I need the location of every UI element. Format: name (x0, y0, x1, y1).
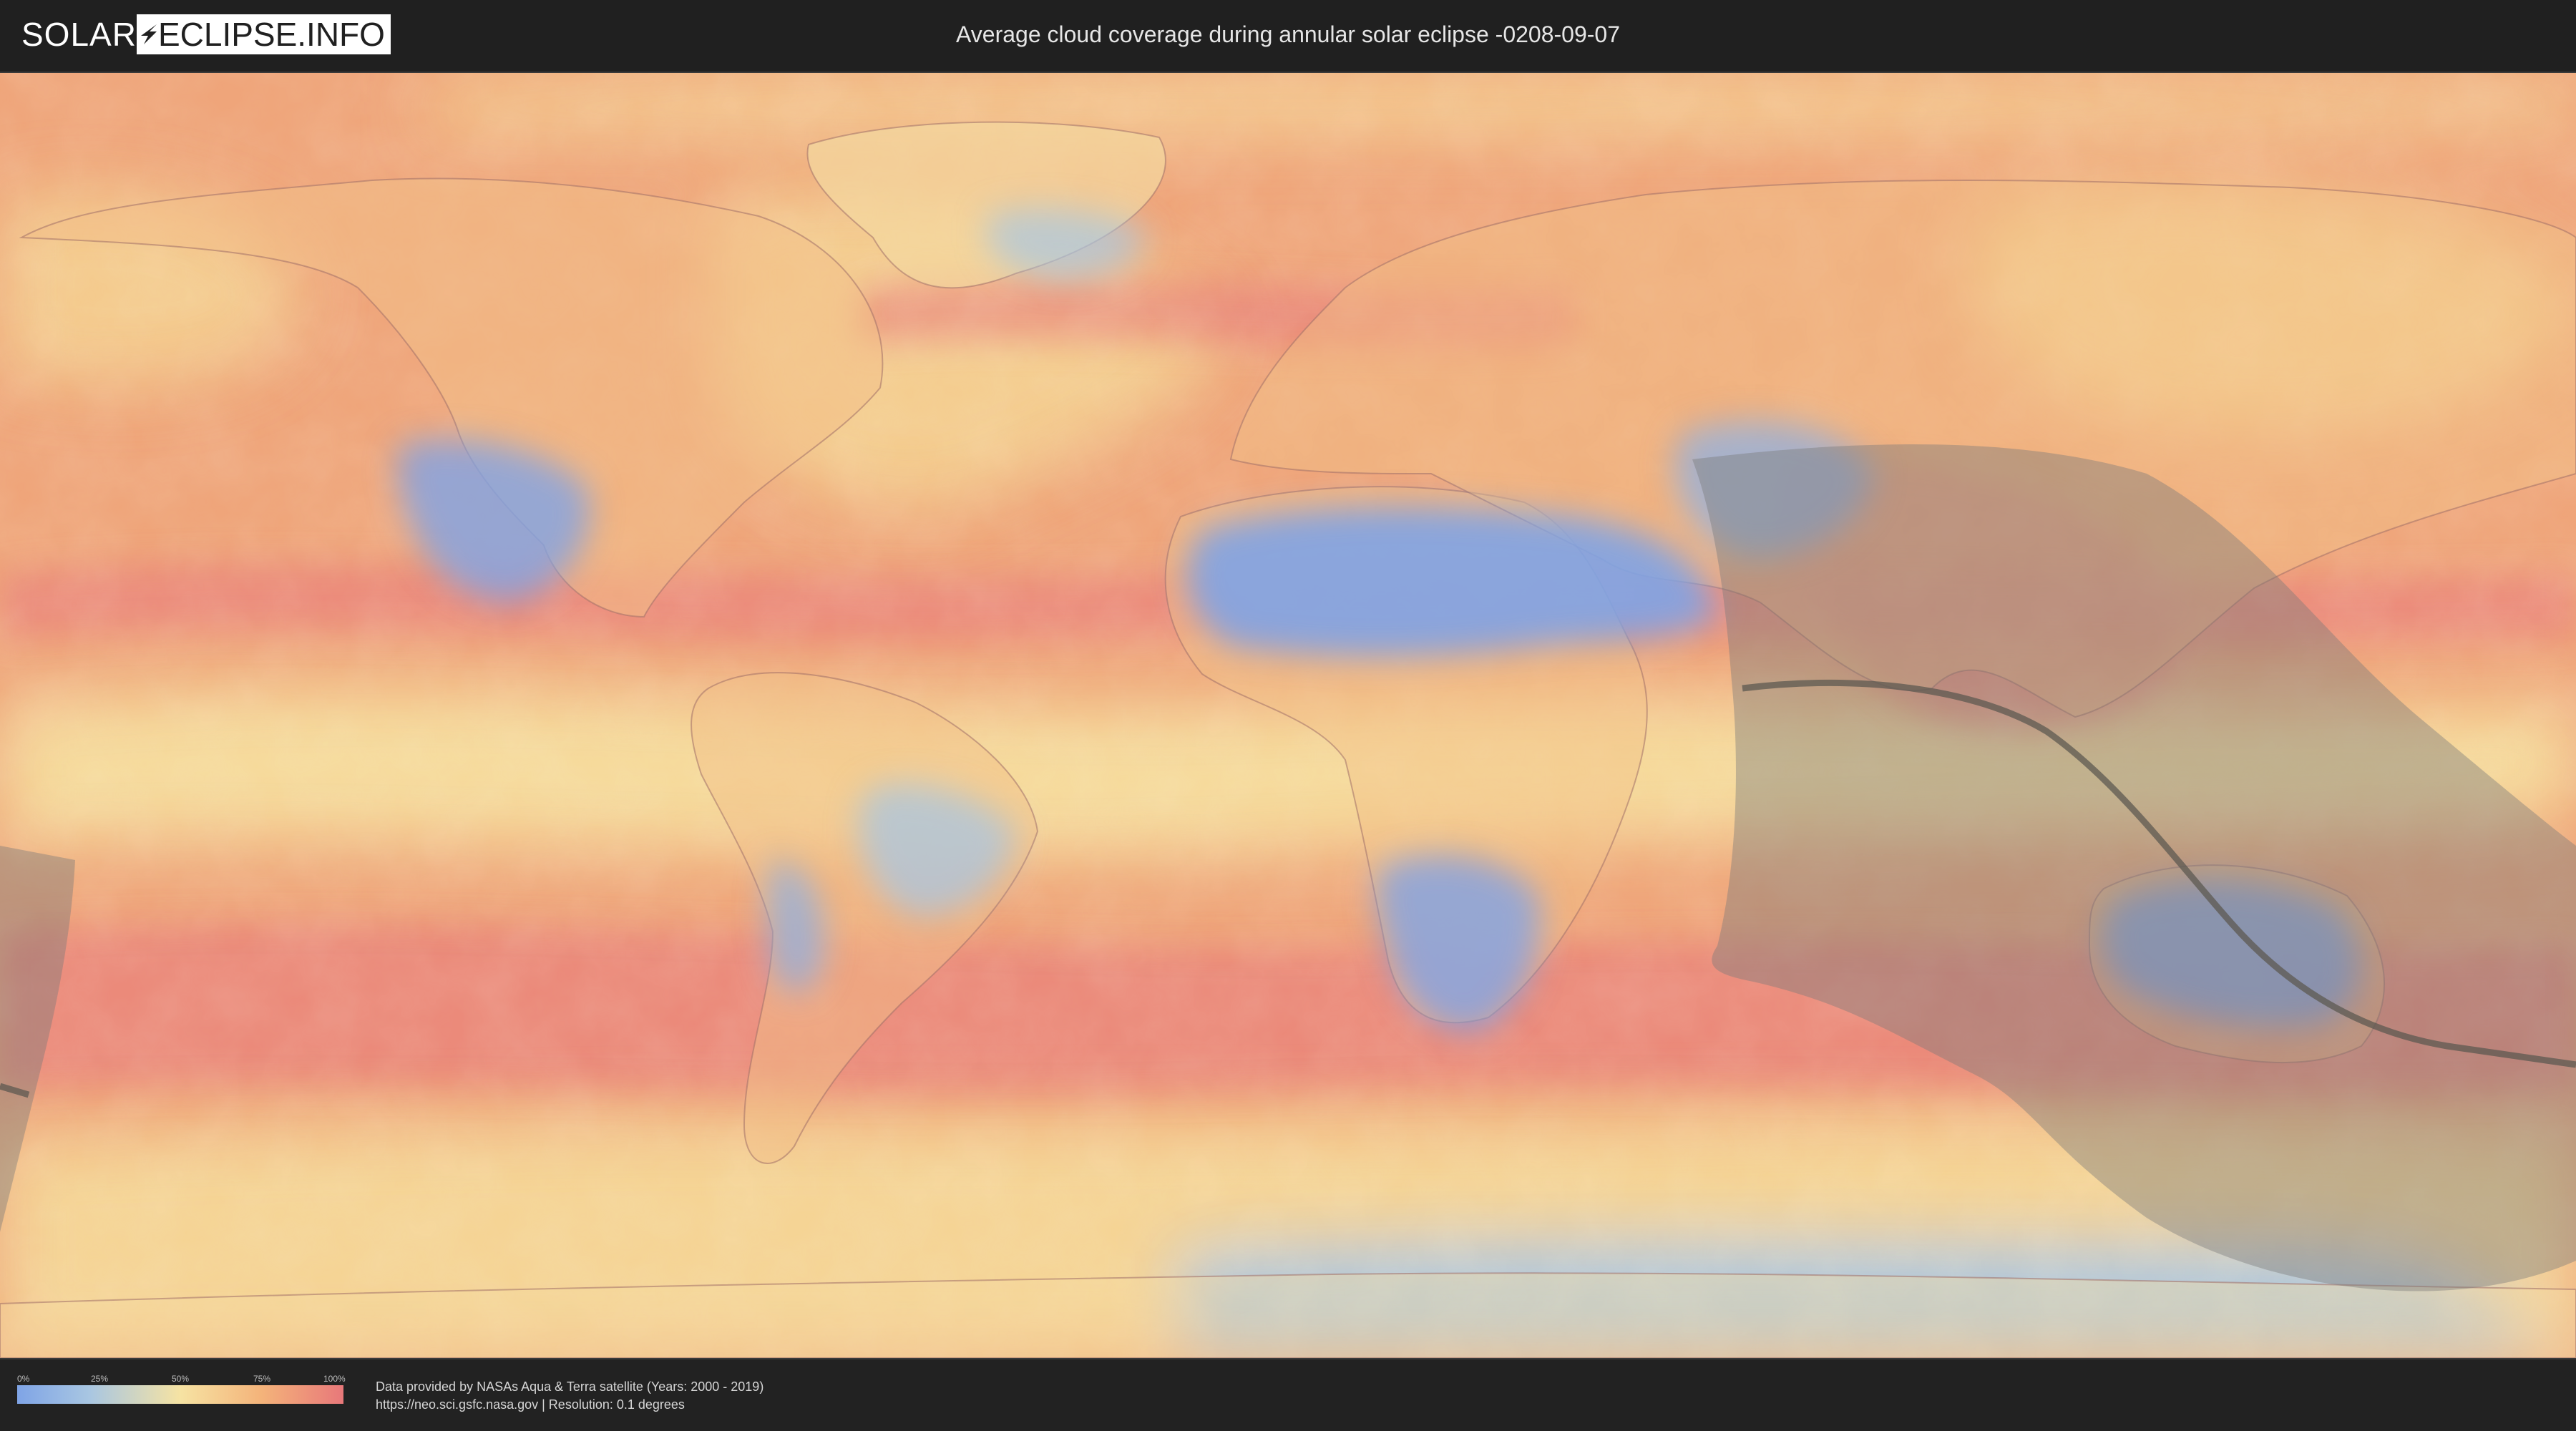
legend-tick-0: 0% (17, 1374, 30, 1384)
legend-ticks: 0% 25% 50% 75% 100% (17, 1374, 346, 1385)
cloud-coverage-map (0, 73, 2576, 1358)
legend-tick-75: 75% (253, 1374, 271, 1384)
page-title: Average cloud coverage during annular so… (956, 21, 1620, 47)
cloud-coverage-legend: 0% 25% 50% 75% 100% (17, 1374, 346, 1404)
credits-source: Data provided by NASAs Aqua & Terra sate… (376, 1379, 764, 1394)
header-bar: SOLAR ECLIPSE.INFO Average cloud coverag… (0, 0, 2576, 72)
credits-url-resolution: https://neo.sci.gsfc.nasa.gov | Resoluti… (376, 1397, 685, 1412)
data-credits: Data provided by NASAs Aqua & Terra sate… (376, 1378, 763, 1414)
legend-gradient-bar (17, 1385, 343, 1404)
legend-tick-50: 50% (172, 1374, 190, 1384)
legend-tick-25: 25% (91, 1374, 109, 1384)
legend-tick-100: 100% (323, 1374, 346, 1384)
